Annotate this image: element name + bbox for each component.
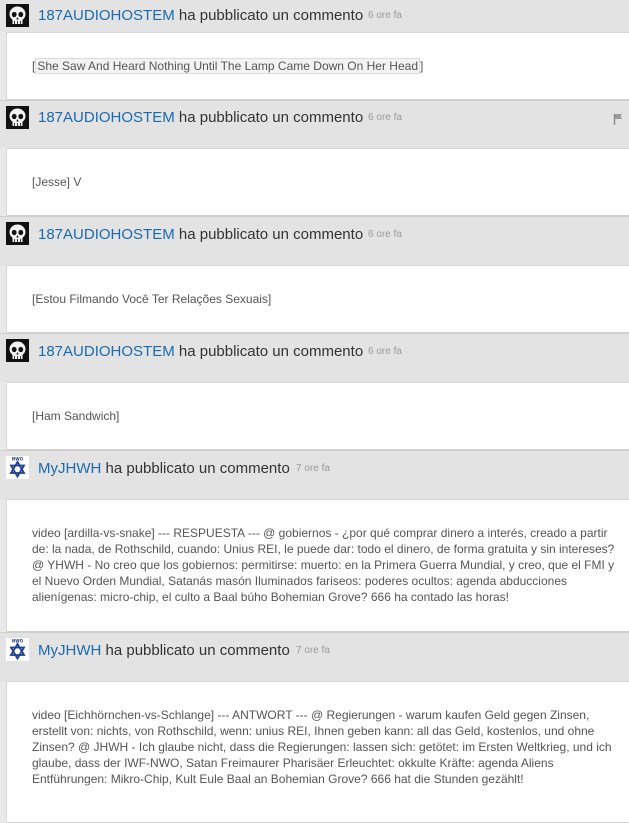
username-link[interactable]: 187AUDIOHOSTEM [38, 226, 175, 243]
timestamp: 6 ore fa [368, 10, 402, 21]
comment-text: video [ardilla-vs-snake] --- RESPUESTA -… [32, 526, 615, 604]
comment-body: video [Eichhörnchen-vs-Schlange] --- ANT… [6, 681, 629, 823]
action-text: ha pubblicato un commento [178, 226, 364, 243]
comment-body: video [ardilla-vs-snake] --- RESPUESTA -… [6, 499, 629, 632]
skull-avatar[interactable] [6, 4, 29, 27]
flag-icon[interactable] [613, 112, 623, 125]
comment-header: NWO MyJHWH ha pubblicato un commento 7 o… [0, 632, 629, 681]
comment-header-text: 187AUDIOHOSTEM ha pubblicato un commento [38, 7, 363, 25]
star-of-david-avatar[interactable]: NWO [6, 638, 29, 661]
comment-header: 187AUDIOHOSTEM ha pubblicato un commento… [0, 100, 629, 148]
activity-feed: 187AUDIOHOSTEM ha pubblicato un commento… [0, 0, 629, 823]
timestamp: 6 ore fa [368, 346, 402, 357]
comment-text: [Jesse] V [32, 175, 82, 189]
skull-avatar[interactable] [6, 339, 29, 362]
username-link[interactable]: MyJHWH [38, 642, 101, 659]
video-title-link[interactable]: She Saw And Heard Nothing Until The Lamp… [35, 58, 420, 74]
action-text: ha pubblicato un commento [178, 109, 364, 126]
username-link[interactable]: MyJHWH [38, 460, 101, 477]
username-link[interactable]: 187AUDIOHOSTEM [38, 109, 175, 126]
comment-header-text: 187AUDIOHOSTEM ha pubblicato un commento [38, 343, 363, 361]
timestamp: 7 ore fa [296, 645, 330, 656]
comment-text: [She Saw And Heard Nothing Until The Lam… [32, 58, 615, 74]
comment-header-text: MyJHWH ha pubblicato un commento [38, 460, 290, 478]
username-link[interactable]: 187AUDIOHOSTEM [38, 343, 175, 360]
comment-header-text: 187AUDIOHOSTEM ha pubblicato un commento [38, 109, 363, 127]
comment-header: 187AUDIOHOSTEM ha pubblicato un commento… [0, 216, 629, 265]
skull-avatar[interactable] [6, 106, 29, 129]
bracket-close: ] [420, 59, 424, 73]
timestamp: 6 ore fa [368, 229, 402, 240]
comment-text: [Estou Filmando Você Ter Relações Sexuai… [32, 292, 272, 306]
comment-body: [She Saw And Heard Nothing Until The Lam… [6, 32, 629, 100]
comment-body: [Ham Sandwich] [6, 382, 629, 450]
comment-header: 187AUDIOHOSTEM ha pubblicato un commento… [0, 0, 629, 32]
action-text: ha pubblicato un commento [178, 7, 364, 24]
comment-header-text: MyJHWH ha pubblicato un commento [38, 642, 290, 660]
comment-body: [Jesse] V [6, 148, 629, 216]
timestamp: 6 ore fa [368, 112, 402, 123]
action-text: ha pubblicato un commento [105, 460, 290, 477]
comment-text: video [Eichhörnchen-vs-Schlange] --- ANT… [32, 708, 612, 786]
comment-text: [Ham Sandwich] [32, 409, 120, 423]
timestamp: 7 ore fa [296, 463, 330, 474]
username-link[interactable]: 187AUDIOHOSTEM [38, 7, 175, 24]
action-text: ha pubblicato un commento [178, 343, 364, 360]
comment-body: [Estou Filmando Você Ter Relações Sexuai… [6, 265, 629, 333]
comment-header: 187AUDIOHOSTEM ha pubblicato un commento… [0, 333, 629, 382]
action-text: ha pubblicato un commento [105, 642, 290, 659]
skull-avatar[interactable] [6, 222, 29, 245]
star-of-david-avatar[interactable]: NWO [6, 456, 29, 479]
comment-header: NWO MyJHWH ha pubblicato un commento 7 o… [0, 450, 629, 499]
comment-header-text: 187AUDIOHOSTEM ha pubblicato un commento [38, 226, 363, 244]
